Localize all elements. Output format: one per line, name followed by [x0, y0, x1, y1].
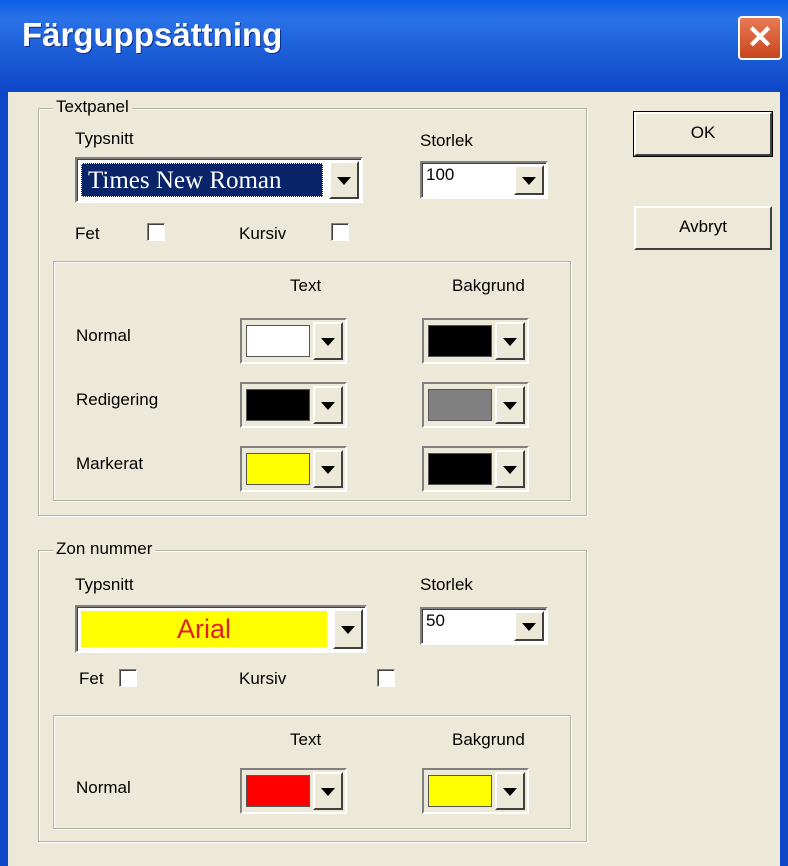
color-swatch	[246, 325, 310, 357]
window-frame-right	[780, 92, 788, 866]
cancel-button[interactable]: Avbryt	[634, 206, 772, 250]
zone-bold-label: Fet	[79, 669, 104, 688]
window-title: Färguppsättning	[22, 16, 283, 53]
textpanel-col-background: Bakgrund	[452, 276, 525, 295]
chevron-down-icon[interactable]	[313, 450, 343, 488]
row-label: Normal	[76, 778, 131, 797]
close-button[interactable]: ✕	[738, 16, 782, 60]
textpanel-size-select[interactable]: 100	[420, 161, 548, 199]
row-label: Normal	[76, 326, 131, 345]
textpanel-group: Textpanel Typsnitt Times New Roman Storl…	[38, 97, 587, 516]
zone-size-label: Storlek	[420, 575, 473, 594]
textpanel-font-select[interactable]: Times New Roman	[75, 157, 363, 203]
selected-bg-color-select[interactable]	[422, 446, 529, 492]
zone-font-select[interactable]: Arial	[75, 605, 367, 653]
zone-normal-text-color-select[interactable]	[240, 768, 347, 814]
textpanel-legend: Textpanel	[53, 97, 132, 117]
color-swatch	[246, 775, 310, 807]
zone-legend: Zon nummer	[53, 539, 156, 559]
zone-italic-label: Kursiv	[239, 669, 287, 688]
chevron-down-icon[interactable]	[313, 772, 343, 810]
color-swatch	[246, 453, 310, 485]
zone-font-preview: Arial	[81, 611, 327, 647]
chevron-down-icon[interactable]	[495, 772, 525, 810]
color-swatch	[246, 389, 310, 421]
chevron-down-icon[interactable]	[313, 386, 343, 424]
zone-font-value: Arial	[176, 614, 231, 644]
ok-button[interactable]: OK	[633, 111, 773, 157]
chevron-down-icon[interactable]	[514, 611, 544, 641]
zone-size-value: 50	[426, 611, 445, 630]
zone-font-label: Typsnitt	[75, 575, 134, 594]
textpanel-colors-group: Text Bakgrund Normal Redigering Markerat	[53, 261, 571, 501]
row-label: Redigering	[76, 390, 159, 409]
textpanel-bold-checkbox[interactable]	[147, 223, 165, 241]
chevron-down-icon[interactable]	[495, 450, 525, 488]
color-swatch	[428, 389, 492, 421]
normal-bg-color-select[interactable]	[422, 318, 529, 364]
zone-col-text: Text	[290, 730, 322, 749]
zone-italic-checkbox[interactable]	[377, 669, 395, 687]
color-swatch	[428, 775, 492, 807]
window-frame-left	[0, 92, 8, 866]
editing-bg-color-select[interactable]	[422, 382, 529, 428]
textpanel-italic-label: Kursiv	[239, 224, 287, 243]
selected-text-color-select[interactable]	[240, 446, 347, 492]
row-label: Markerat	[76, 454, 144, 473]
chevron-down-icon[interactable]	[313, 322, 343, 360]
title-bar: Färguppsättning ✕	[0, 0, 788, 92]
zone-col-background: Bakgrund	[452, 730, 525, 749]
zone-group: Zon nummer Typsnitt Arial Storlek 50 Fet…	[38, 539, 587, 842]
textpanel-size-value: 100	[426, 165, 455, 184]
zone-size-select[interactable]: 50	[420, 607, 548, 645]
textpanel-col-text: Text	[290, 276, 322, 295]
normal-text-color-select[interactable]	[240, 318, 347, 364]
close-icon: ✕	[746, 19, 774, 55]
chevron-down-icon[interactable]	[514, 165, 544, 195]
chevron-down-icon[interactable]	[333, 609, 363, 649]
textpanel-italic-checkbox[interactable]	[331, 223, 349, 241]
zone-colors-group: Text Bakgrund Normal	[53, 715, 571, 829]
color-swatch	[428, 325, 492, 357]
chevron-down-icon[interactable]	[495, 386, 525, 424]
color-swatch	[428, 453, 492, 485]
textpanel-font-value: Times New Roman	[88, 167, 282, 194]
chevron-down-icon[interactable]	[329, 161, 359, 199]
textpanel-bold-label: Fet	[75, 224, 100, 243]
dialog-body: Textpanel Typsnitt Times New Roman Storl…	[8, 92, 780, 854]
chevron-down-icon[interactable]	[495, 322, 525, 360]
textpanel-size-label: Storlek	[420, 131, 473, 150]
editing-text-color-select[interactable]	[240, 382, 347, 428]
zone-normal-bg-color-select[interactable]	[422, 768, 529, 814]
textpanel-font-preview: Times New Roman	[81, 163, 323, 197]
zone-bold-checkbox[interactable]	[119, 669, 137, 687]
textpanel-font-label: Typsnitt	[75, 129, 134, 148]
